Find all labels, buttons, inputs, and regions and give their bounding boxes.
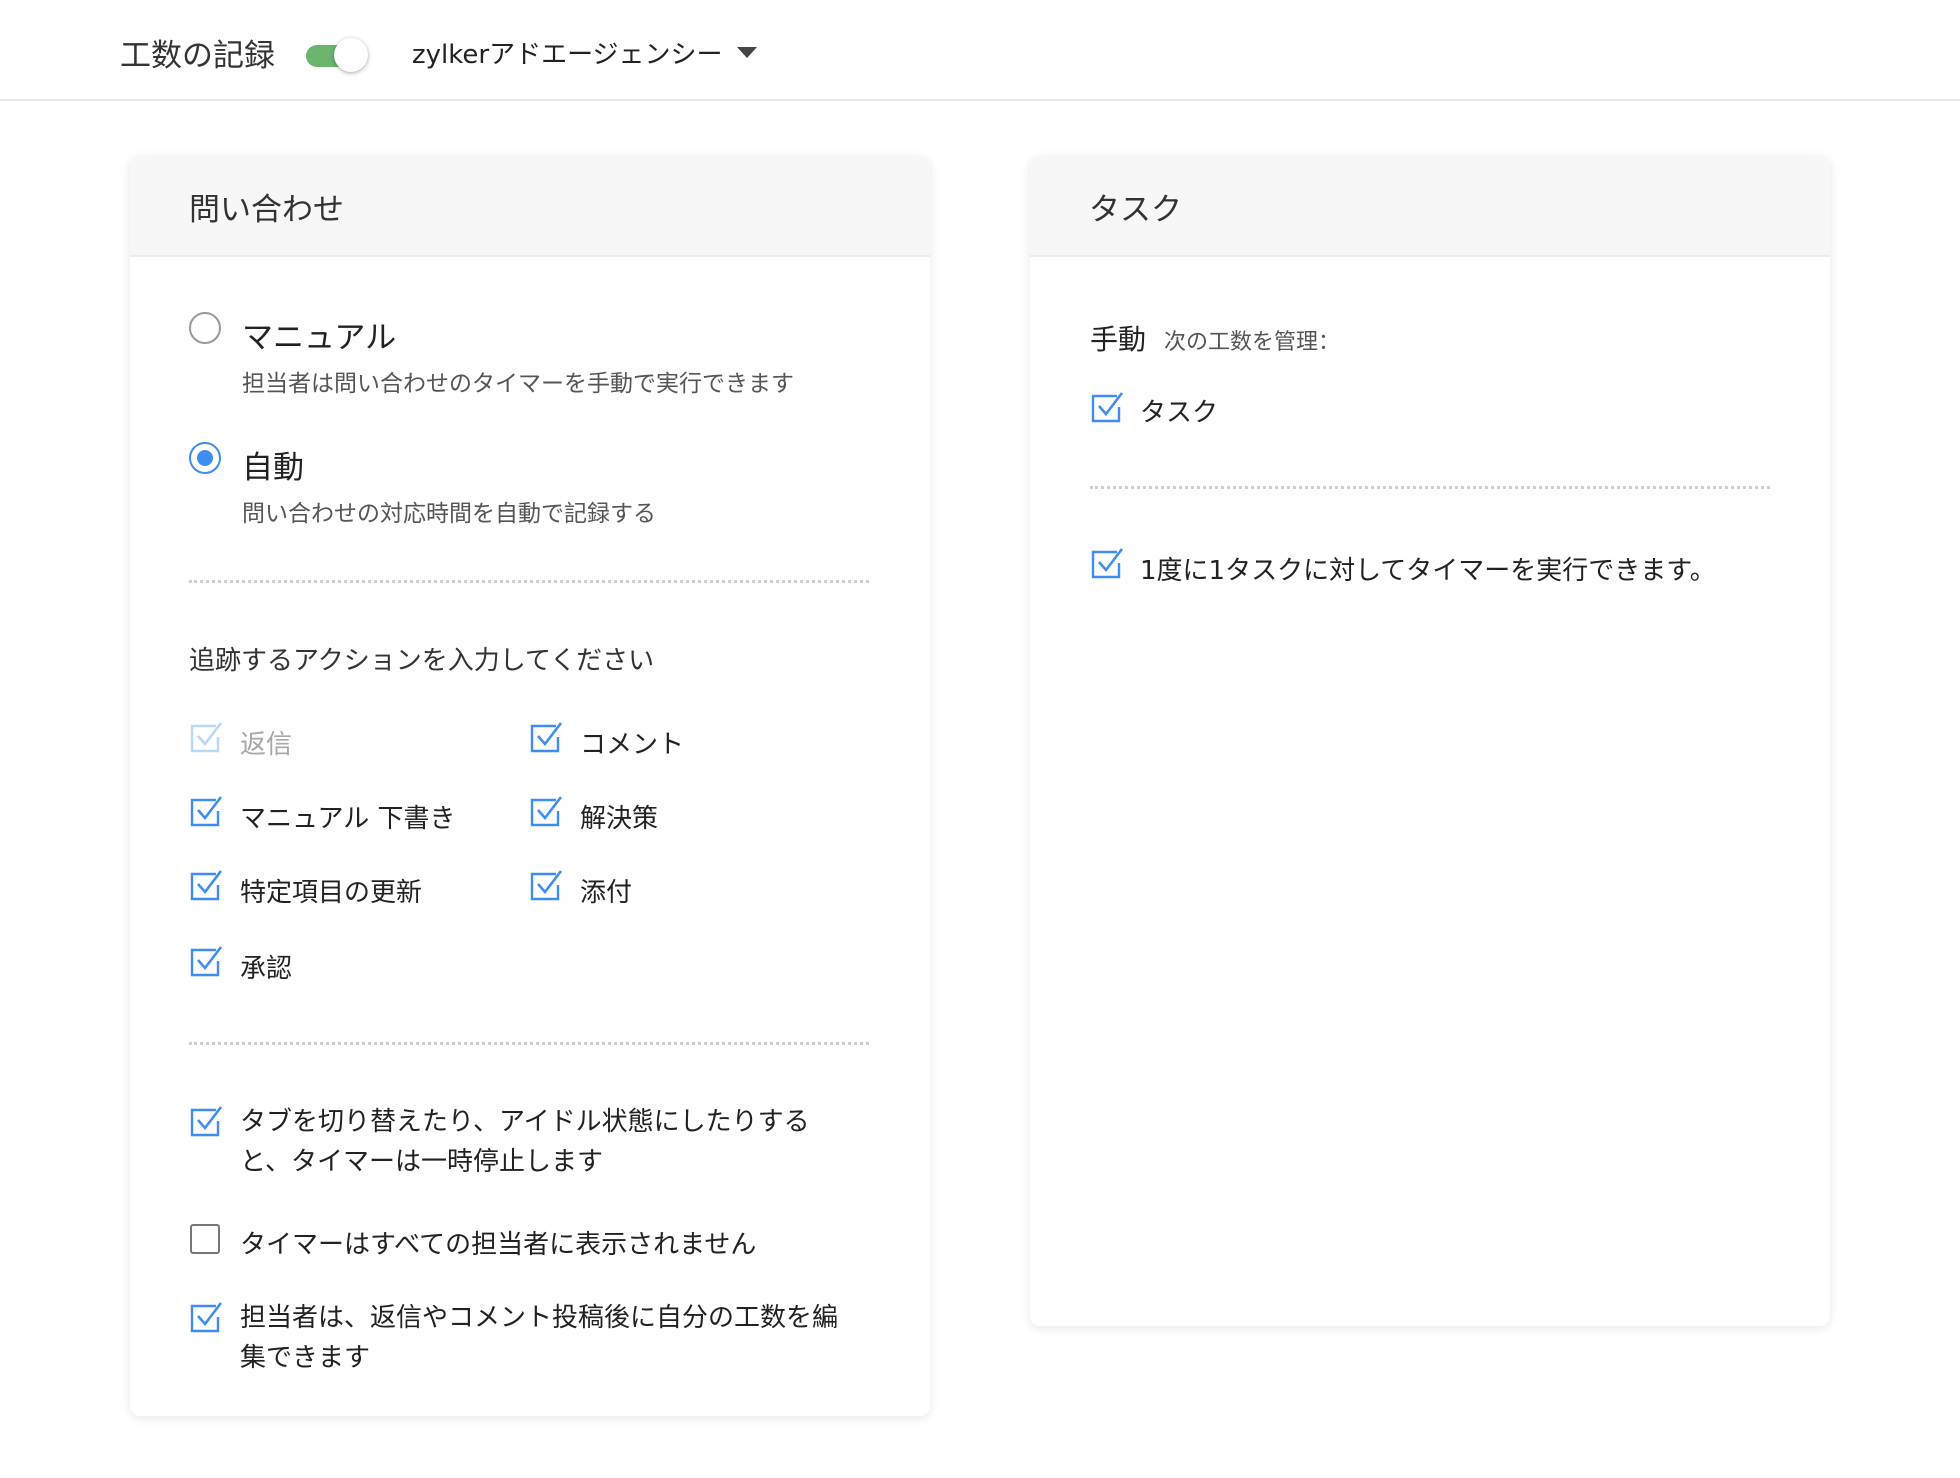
pause-timer-label: タブを切り替えたり、アイドル状態にしたりする と、タイマーは一時停止します bbox=[240, 1107, 810, 1177]
reply-label: 返信 bbox=[240, 730, 293, 760]
manage-label: 次の工数を管理： bbox=[1164, 330, 1341, 355]
auto-label: 自動 bbox=[242, 450, 304, 486]
reply-checkbox bbox=[189, 720, 223, 754]
field-update-checkbox[interactable] bbox=[189, 868, 223, 902]
edit-time-label: 担当者は、返信やコメント投稿後に自分の工数を編 集できます bbox=[240, 1303, 839, 1373]
manual-description: 担当者は問い合わせのタイマーを手動で実行できます bbox=[242, 371, 794, 397]
checkbox-checked-icon bbox=[190, 870, 223, 901]
edit-time-checkbox[interactable] bbox=[189, 1300, 223, 1334]
attachment-label: 添付 bbox=[580, 878, 633, 908]
single-timer-checkbox[interactable] bbox=[1090, 546, 1124, 580]
pause-timer-checkbox[interactable] bbox=[189, 1104, 223, 1138]
checkbox-checked-icon bbox=[1091, 548, 1124, 579]
approval-label: 承認 bbox=[240, 954, 293, 984]
hide-timer-checkbox[interactable] bbox=[190, 1224, 220, 1254]
tasks-card: タスク 手動 次の工数を管理： タスク 1度に1タスクに対してタイマーを実行でき… bbox=[1030, 156, 1830, 1326]
manual-row: 手動 次の工数を管理： bbox=[1090, 318, 1340, 358]
manual-radio[interactable] bbox=[189, 312, 221, 344]
checkbox-checked-icon bbox=[190, 722, 223, 753]
checkbox-checked-icon bbox=[1091, 392, 1124, 423]
page-title: 工数の記録 bbox=[120, 38, 275, 74]
checkbox-checked-icon bbox=[190, 796, 223, 827]
auto-radio[interactable] bbox=[189, 442, 221, 474]
department-name: zylkerアドエージェンシー bbox=[412, 40, 723, 70]
divider bbox=[189, 1042, 869, 1045]
solution-label: 解決策 bbox=[580, 804, 659, 834]
divider bbox=[1090, 486, 1770, 489]
checkbox-checked-icon bbox=[530, 870, 563, 901]
checkbox-checked-icon bbox=[190, 1302, 223, 1333]
single-timer-label: 1度に1タスクに対してタイマーを実行できます。 bbox=[1140, 556, 1716, 586]
checkbox-checked-icon bbox=[190, 1106, 223, 1137]
hide-timer-label: タイマーはすべての担当者に表示されません bbox=[240, 1230, 757, 1260]
toggle-knob bbox=[334, 38, 368, 72]
manual-draft-label: マニュアル 下書き bbox=[240, 804, 456, 834]
divider bbox=[189, 580, 869, 583]
tickets-card: 問い合わせ マニュアル 担当者は問い合わせのタイマーを手動で実行できます 自動 … bbox=[130, 156, 930, 1416]
time-tracking-toggle[interactable] bbox=[306, 37, 368, 73]
actions-label: 追跡するアクションを入力してください bbox=[189, 646, 655, 676]
manual-label: マニュアル bbox=[242, 320, 397, 356]
attachment-checkbox[interactable] bbox=[529, 868, 563, 902]
solution-checkbox[interactable] bbox=[529, 794, 563, 828]
tickets-card-title: 問い合わせ bbox=[130, 156, 930, 257]
checkbox-checked-icon bbox=[190, 946, 223, 977]
comment-checkbox[interactable] bbox=[529, 720, 563, 754]
department-dropdown[interactable]: zylkerアドエージェンシー bbox=[412, 34, 757, 71]
manual-draft-checkbox[interactable] bbox=[189, 794, 223, 828]
comment-label: コメント bbox=[580, 730, 685, 760]
task-label: タスク bbox=[1140, 398, 1219, 428]
auto-description: 問い合わせの対応時間を自動で記録する bbox=[242, 501, 656, 527]
tasks-card-title: タスク bbox=[1030, 156, 1830, 257]
approval-checkbox[interactable] bbox=[189, 944, 223, 978]
field-update-label: 特定項目の更新 bbox=[240, 878, 423, 908]
checkbox-checked-icon bbox=[530, 722, 563, 753]
page-header: 工数の記録 zylkerアドエージェンシー bbox=[0, 0, 1960, 101]
checkbox-checked-icon bbox=[530, 796, 563, 827]
manual-mode-label: 手動 bbox=[1090, 323, 1147, 356]
caret-down-icon bbox=[736, 47, 757, 58]
task-checkbox[interactable] bbox=[1090, 390, 1124, 424]
